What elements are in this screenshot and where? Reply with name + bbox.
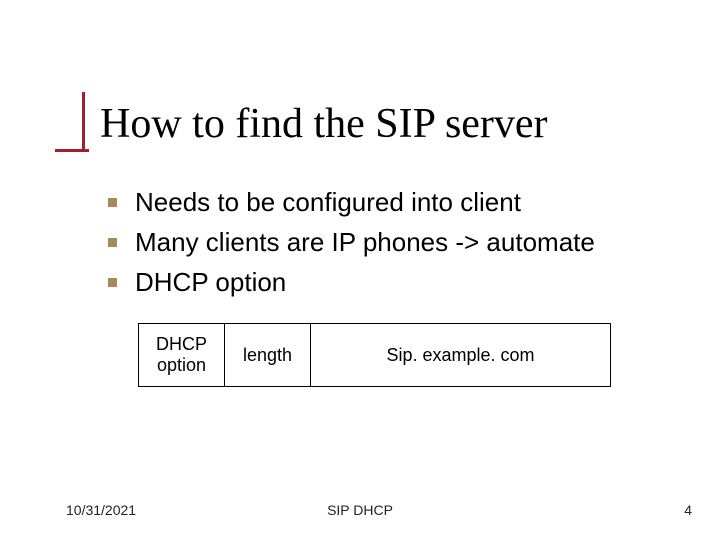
table-cell: length bbox=[225, 324, 311, 387]
bullet-item: Many clients are IP phones -> automate bbox=[108, 226, 688, 260]
bullet-text: Needs to be configured into client bbox=[135, 186, 521, 220]
table-cell: DHCP option bbox=[139, 324, 225, 387]
bullet-text: DHCP option bbox=[135, 266, 286, 300]
slide: How to find the SIP server Needs to be c… bbox=[0, 0, 720, 540]
table-cell: Sip. example. com bbox=[311, 324, 611, 387]
slide-title: How to find the SIP server bbox=[100, 100, 548, 148]
bullet-icon bbox=[108, 278, 117, 287]
bullet-item: DHCP option bbox=[108, 266, 688, 300]
bullet-item: Needs to be configured into client bbox=[108, 186, 688, 220]
body-area: Needs to be configured into client Many … bbox=[108, 186, 688, 305]
bullet-text: Many clients are IP phones -> automate bbox=[135, 226, 595, 260]
bullet-icon bbox=[108, 238, 117, 247]
bullet-icon bbox=[108, 198, 117, 207]
footer-center: SIP DHCP bbox=[0, 502, 720, 518]
dhcp-option-table: DHCP option length Sip. example. com bbox=[138, 323, 611, 387]
footer: 10/31/2021 SIP DHCP 4 bbox=[0, 502, 720, 518]
title-area: How to find the SIP server bbox=[60, 100, 548, 148]
